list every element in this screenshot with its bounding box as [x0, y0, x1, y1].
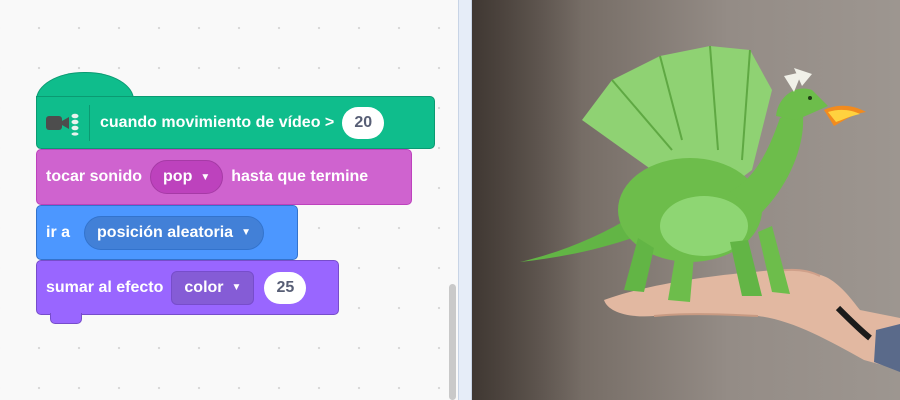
stage-scene — [520, 45, 900, 372]
caret-down-icon: ▼ — [231, 282, 242, 293]
sound-dropdown[interactable]: pop ▼ — [150, 160, 224, 194]
go-to-target-value: posición aleatoria — [97, 223, 234, 241]
block-bottom-notch — [50, 313, 82, 324]
panel-divider[interactable] — [458, 0, 472, 400]
go-to-target-dropdown[interactable]: posición aleatoria ▼ — [84, 215, 264, 250]
effect-amount-input[interactable]: 25 — [264, 271, 307, 304]
motion-threshold-input[interactable]: 20 — [342, 106, 385, 139]
video-motion-hat-block[interactable]: cuando movimiento de vídeo > 20 — [36, 96, 435, 149]
caret-down-icon: ▼ — [200, 171, 211, 183]
change-effect-block[interactable]: sumar al efecto color ▼ 25 — [36, 260, 339, 315]
until-done-label: hasta que termine — [231, 168, 369, 185]
effect-dropdown-value: color — [184, 278, 224, 296]
play-sound-label: tocar sonido — [46, 168, 143, 185]
play-sound-until-done-block[interactable]: tocar sonido pop ▼ hasta que termine — [36, 149, 412, 205]
caret-down-icon: ▼ — [241, 227, 251, 238]
video-sensing-icon — [45, 104, 90, 141]
effect-dropdown[interactable]: color ▼ — [171, 270, 255, 305]
stage[interactable] — [472, 0, 900, 400]
go-to-label: ir a — [46, 223, 71, 241]
dragon-sprite[interactable] — [520, 45, 866, 302]
scrollbar-thumb[interactable] — [449, 284, 456, 400]
change-effect-label: sumar al efecto — [46, 278, 164, 296]
sound-dropdown-value: pop — [163, 168, 193, 185]
video-motion-label: cuando movimiento de vídeo > — [100, 113, 335, 131]
go-to-block[interactable]: ir a posición aleatoria ▼ — [36, 205, 298, 260]
